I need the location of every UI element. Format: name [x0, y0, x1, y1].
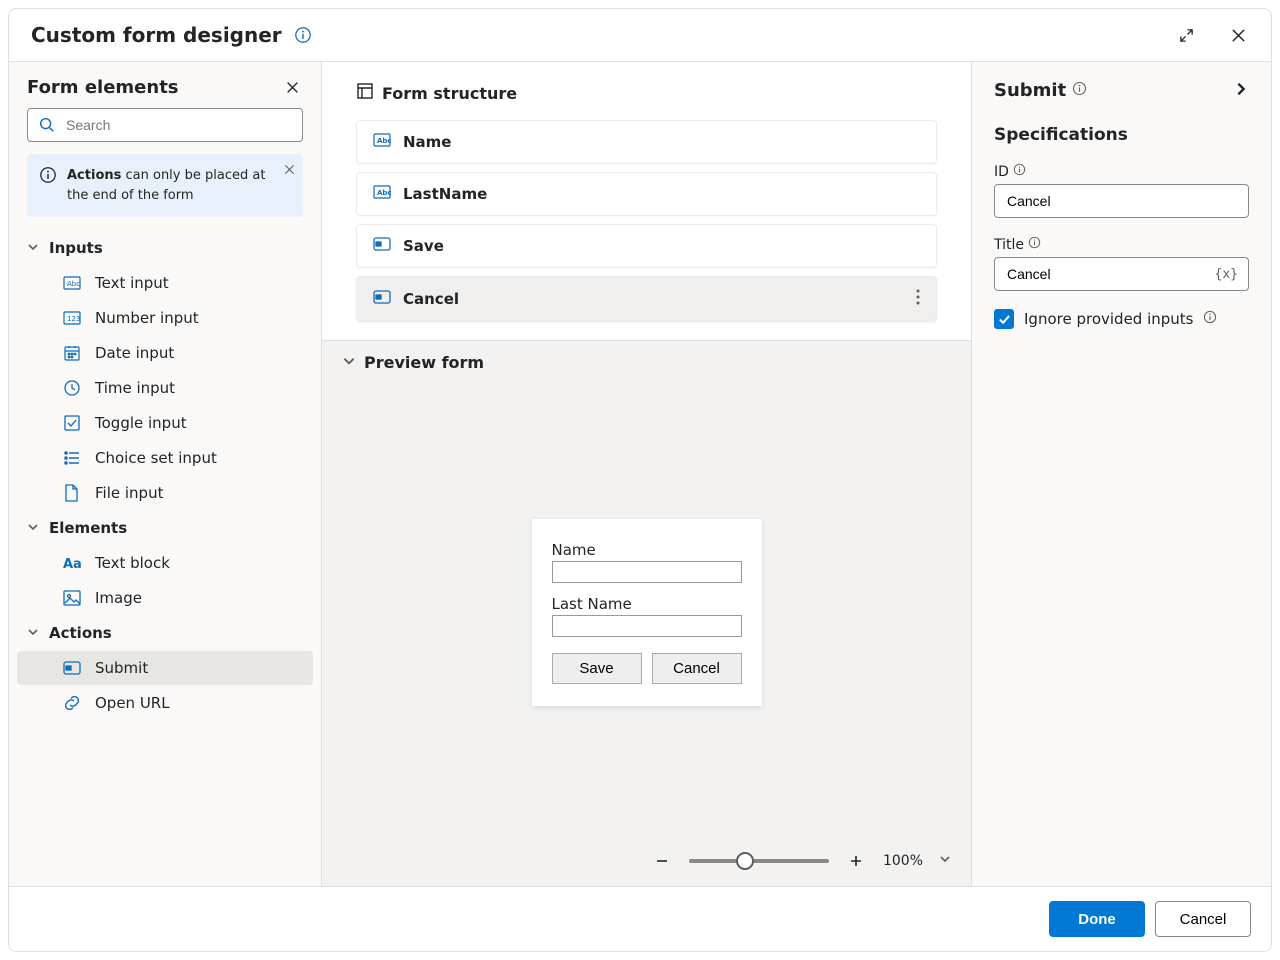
designer-window: Custom form designer Form elements — [8, 8, 1272, 952]
preview-label-lastname: Last Name — [552, 595, 742, 613]
info-icon[interactable] — [1013, 163, 1026, 180]
titlebar: Custom form designer — [9, 9, 1271, 62]
ignore-inputs-checkbox[interactable] — [994, 309, 1014, 329]
info-icon[interactable] — [292, 24, 314, 46]
search-icon — [38, 116, 56, 134]
text-input-icon: Abc — [373, 185, 391, 203]
page-title: Custom form designer — [31, 23, 282, 47]
preview-label-name: Name — [552, 541, 742, 559]
preview-input-lastname[interactable] — [552, 615, 742, 637]
title-label: Title — [994, 237, 1024, 253]
zoom-slider[interactable] — [689, 859, 829, 863]
id-input[interactable] — [994, 184, 1249, 218]
group-inputs[interactable]: Inputs — [17, 231, 313, 265]
tree-item-text-input[interactable]: AbcText input — [17, 266, 313, 300]
group-actions[interactable]: Actions — [17, 616, 313, 650]
text-input-icon: Abc — [63, 276, 85, 290]
number-input-icon: 123 — [63, 311, 85, 325]
submit-icon — [373, 290, 391, 308]
form-structure: Form structure Abc Name Abc LastName Sav… — [322, 62, 971, 340]
submit-icon — [373, 237, 391, 255]
zoom-out-icon[interactable] — [651, 850, 673, 872]
svg-text:Abc: Abc — [377, 189, 391, 197]
element-tree: Inputs AbcText input 123Number input Dat… — [9, 231, 321, 729]
search-input[interactable] — [27, 108, 303, 142]
text-icon: Aa — [63, 555, 85, 571]
svg-text:Abc: Abc — [377, 137, 391, 145]
left-panel: Form elements Actions can only be placed… — [9, 62, 322, 886]
link-icon — [63, 694, 85, 712]
preview-input-name[interactable] — [552, 561, 742, 583]
zoom-dropdown-icon[interactable] — [939, 853, 951, 869]
submit-icon — [63, 661, 85, 675]
structure-item-cancel[interactable]: Cancel — [356, 276, 937, 322]
tree-item-open-url[interactable]: Open URL — [17, 686, 313, 720]
tree-item-time-input[interactable]: Time input — [17, 371, 313, 405]
chevron-down-icon — [27, 624, 39, 642]
info-icon[interactable] — [1203, 310, 1217, 328]
info-icon[interactable] — [1028, 236, 1041, 253]
svg-text:Aa: Aa — [63, 557, 81, 571]
fx-icon[interactable]: {x} — [1215, 267, 1238, 282]
chevron-down-icon — [27, 519, 39, 537]
structure-item-save[interactable]: Save — [356, 224, 937, 268]
cancel-button[interactable]: Cancel — [1155, 901, 1251, 937]
banner-strong: Actions — [67, 168, 121, 183]
more-icon[interactable] — [916, 289, 920, 309]
list-icon — [63, 449, 85, 467]
title-input[interactable]: {x} — [994, 257, 1249, 291]
search-field[interactable] — [64, 116, 292, 134]
preview-form: Name Last Name Save Cancel — [532, 519, 762, 706]
form-elements-title: Form elements — [27, 77, 179, 98]
collapse-right-icon[interactable] — [1233, 81, 1249, 101]
zoom-value: 100% — [883, 853, 923, 869]
tree-item-file-input[interactable]: File input — [17, 476, 313, 510]
tree-item-number-input[interactable]: 123Number input — [17, 301, 313, 335]
tree-item-toggle-input[interactable]: Toggle input — [17, 406, 313, 440]
banner-close-icon[interactable] — [284, 162, 295, 182]
preview-header[interactable]: Preview form — [322, 341, 971, 384]
properties-title: Submit — [994, 80, 1066, 101]
specifications-title: Specifications — [994, 125, 1249, 145]
preview-cancel-button[interactable]: Cancel — [652, 653, 742, 684]
clock-icon — [63, 379, 85, 397]
collapse-left-icon[interactable] — [281, 76, 303, 98]
preview-panel: Preview form Name Last Name Save Cancel — [322, 340, 971, 886]
expand-icon[interactable] — [1175, 24, 1197, 46]
image-icon — [63, 590, 85, 606]
zoom-controls: 100% — [322, 840, 971, 886]
zoom-in-icon[interactable] — [845, 850, 867, 872]
tree-item-image[interactable]: Image — [17, 581, 313, 615]
checkbox-icon — [63, 414, 85, 432]
info-banner: Actions can only be placed at the end of… — [27, 154, 303, 217]
ignore-inputs-label: Ignore provided inputs — [1024, 310, 1193, 328]
structure-title: Form structure — [382, 84, 517, 103]
right-panel: Submit Specifications ID Title {x} — [971, 62, 1271, 886]
done-button[interactable]: Done — [1049, 901, 1145, 937]
tree-item-text-block[interactable]: AaText block — [17, 546, 313, 580]
id-label: ID — [994, 164, 1009, 180]
banner-info-icon — [39, 166, 57, 205]
chevron-down-icon — [342, 353, 356, 372]
svg-text:123: 123 — [67, 315, 80, 323]
tree-item-choice-input[interactable]: Choice set input — [17, 441, 313, 475]
structure-item-lastname[interactable]: Abc LastName — [356, 172, 937, 216]
footer: Done Cancel — [9, 886, 1271, 951]
calendar-icon — [63, 344, 85, 362]
info-icon[interactable] — [1072, 81, 1087, 100]
group-elements[interactable]: Elements — [17, 511, 313, 545]
svg-text:Abc: Abc — [67, 280, 80, 288]
tree-item-submit[interactable]: Submit — [17, 651, 313, 685]
center-panel: Form structure Abc Name Abc LastName Sav… — [322, 62, 971, 886]
chevron-down-icon — [27, 239, 39, 257]
close-icon[interactable] — [1227, 24, 1249, 46]
preview-save-button[interactable]: Save — [552, 653, 642, 684]
tree-item-date-input[interactable]: Date input — [17, 336, 313, 370]
text-input-icon: Abc — [373, 133, 391, 151]
file-icon — [63, 484, 85, 502]
structure-item-name[interactable]: Abc Name — [356, 120, 937, 164]
structure-icon — [356, 82, 374, 104]
